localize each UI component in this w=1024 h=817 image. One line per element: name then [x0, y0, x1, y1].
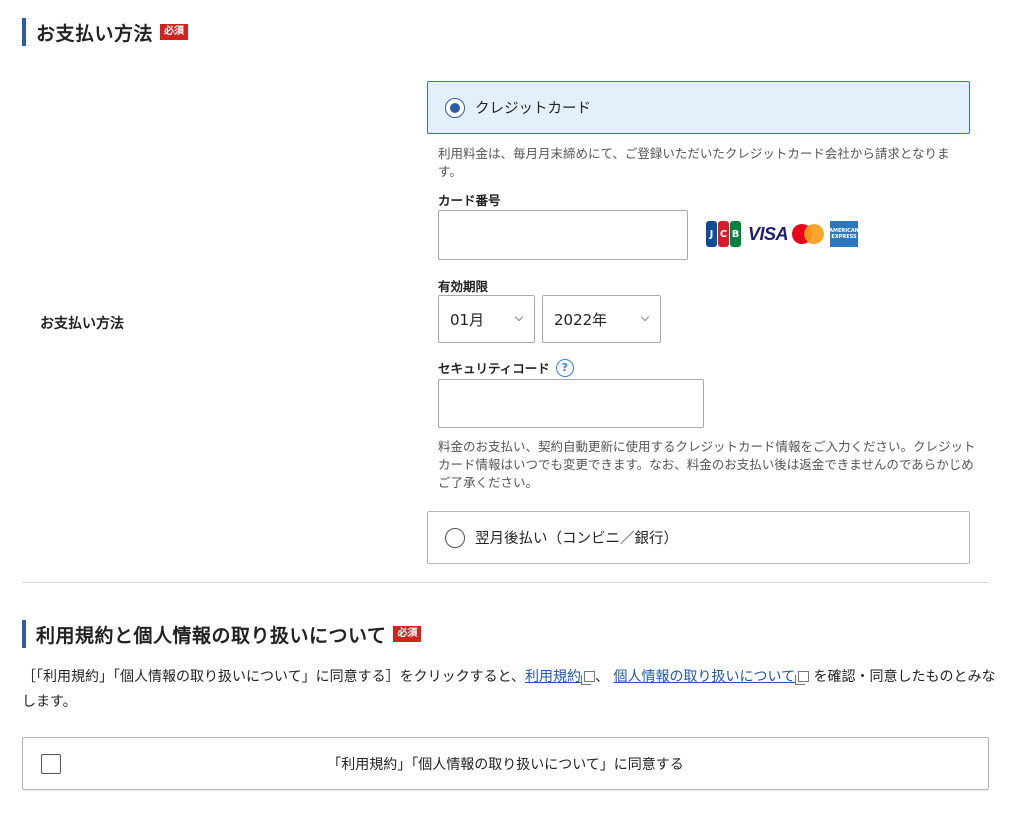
terms-link[interactable]: 利用規約	[525, 669, 581, 685]
terms-section-title: 利用規約と個人情報の取り扱いについて 必須	[22, 620, 422, 648]
card-brand-logos: J C B VISA AMERICAN EXPRESS	[706, 221, 859, 247]
security-code-input[interactable]	[438, 379, 704, 428]
expiry-label: 有効期限	[438, 279, 489, 294]
card-info-note: 料金のお支払い、契約自動更新に使用するクレジットカード情報をご入力ください。クレ…	[438, 439, 976, 490]
deferred-payment-label: 翌月後払い（コンビニ／銀行）	[475, 531, 678, 547]
privacy-link[interactable]: 個人情報の取り扱いについて	[613, 669, 795, 685]
payment-method-row-label: お支払い方法	[40, 316, 124, 332]
card-number-input[interactable]	[438, 210, 688, 260]
mastercard-icon	[792, 223, 825, 245]
credit-card-label: クレジットカード	[475, 101, 591, 117]
terms-title: 利用規約と個人情報の取り扱いについて	[36, 624, 387, 647]
expiry-year-select[interactable]: 2022年	[542, 295, 661, 343]
billing-note: 利用料金は、毎月月末締めにて、ご登録いただいたクレジットカード会社から請求となり…	[438, 146, 950, 179]
payment-section-title: お支払い方法 必須	[22, 18, 189, 46]
expiry-year-value: 2022年	[554, 310, 608, 329]
section-accent-bar	[22, 18, 26, 46]
required-badge: 必須	[160, 24, 189, 40]
terms-separator: 、	[595, 669, 610, 685]
deferred-payment-radio-option[interactable]: 翌月後払い（コンビニ／銀行）	[427, 511, 970, 564]
security-code-label-text: セキュリティコード	[438, 361, 550, 376]
section-accent-bar	[22, 620, 26, 648]
terms-description: ［「利用規約」「個人情報の取り扱いについて」に同意する］をクリックすると、利用規…	[22, 665, 997, 715]
card-number-label: カード番号	[438, 193, 501, 208]
agree-terms-option[interactable]: 「利用規約」「個人情報の取り扱いについて」に同意する	[22, 737, 989, 790]
radio-selected-icon[interactable]	[445, 97, 465, 118]
required-badge: 必須	[393, 626, 422, 642]
security-code-label: セキュリティコード ?	[438, 358, 574, 377]
credit-card-radio-option[interactable]: クレジットカード	[427, 81, 970, 134]
chevron-down-icon	[640, 312, 650, 322]
agree-label: 「利用規約」「個人情報の取り扱いについて」に同意する	[327, 756, 684, 773]
radio-unselected-icon[interactable]	[445, 527, 465, 548]
page-title: お支払い方法	[36, 22, 154, 45]
agree-checkbox[interactable]	[41, 754, 61, 774]
expiry-month-select[interactable]: 01月	[438, 295, 535, 343]
section-divider	[22, 582, 989, 583]
chevron-down-icon	[514, 312, 524, 322]
help-icon[interactable]: ?	[555, 358, 574, 377]
amex-icon: AMERICAN EXPRESS	[829, 221, 859, 247]
expiry-month-value: 01月	[450, 310, 485, 329]
visa-icon: VISA	[748, 223, 789, 244]
jcb-icon: J C B	[706, 221, 742, 247]
external-link-icon	[581, 671, 596, 685]
terms-text-before: ［「利用規約」「個人情報の取り扱いについて」に同意する］をクリックすると、	[22, 669, 526, 685]
external-link-icon	[795, 671, 810, 685]
